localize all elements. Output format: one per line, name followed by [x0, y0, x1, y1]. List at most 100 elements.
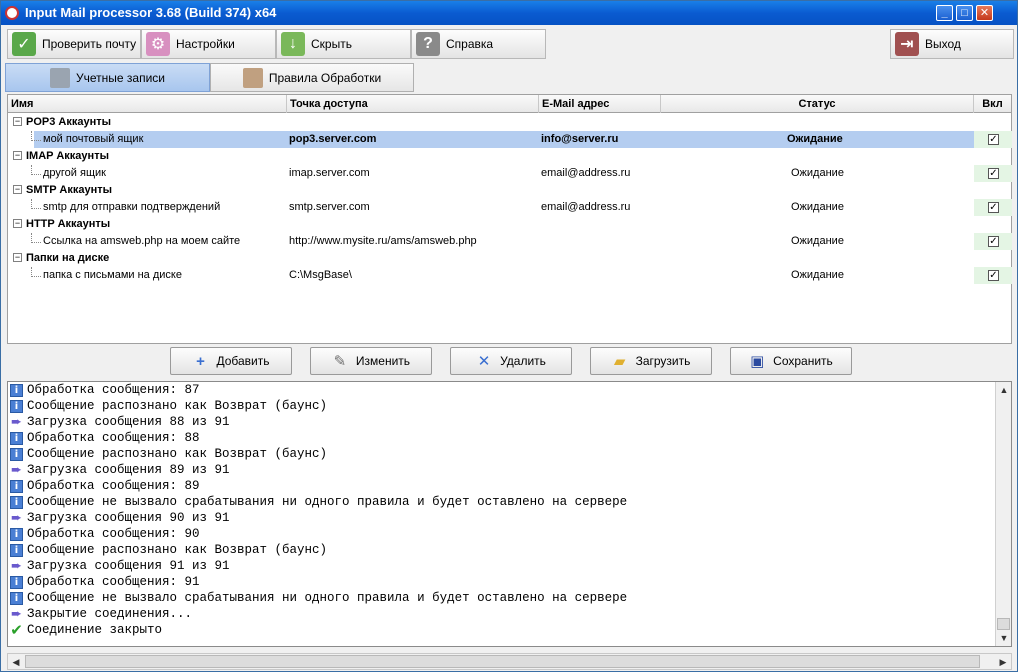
delete-button[interactable]: ✕ Удалить: [450, 347, 572, 375]
account-status: Ожидание: [791, 269, 844, 281]
enabled-checkbox[interactable]: ✓: [988, 202, 999, 213]
checkmark-icon: ✔: [10, 621, 23, 639]
main-window: Input Mail processor 3.68 (Build 374) x6…: [0, 0, 1018, 672]
rules-pencil-icon: [242, 67, 263, 88]
column-header-access-point[interactable]: Точка доступа: [287, 95, 539, 113]
folder-open-icon: ▰: [613, 353, 626, 370]
info-icon: i: [10, 527, 23, 541]
exit-door-icon: ⇥: [895, 32, 919, 56]
load-button[interactable]: ▰ Загрузить: [590, 347, 712, 375]
log-line: i Обработка сообщения: 88: [10, 430, 200, 446]
info-icon: i: [10, 447, 23, 461]
add-button[interactable]: + Добавить: [170, 347, 292, 375]
maximize-button[interactable]: □: [956, 5, 973, 21]
table-row[interactable]: другой ящик imap.server.com email@addres…: [8, 165, 1012, 182]
edit-pencil-icon: ✎: [333, 353, 347, 370]
account-email: email@address.ru: [541, 201, 631, 213]
scroll-right-icon[interactable]: ▶: [995, 654, 1011, 670]
column-header-status[interactable]: Статус: [661, 95, 974, 113]
info-icon: i: [10, 591, 23, 605]
enabled-checkbox[interactable]: ✓: [988, 134, 999, 145]
group-label: IMAP Аккаунты: [26, 150, 109, 162]
help-label: Справка: [446, 37, 494, 51]
scroll-up-icon[interactable]: ▲: [996, 382, 1011, 398]
title-bar[interactable]: Input Mail processor 3.68 (Build 374) x6…: [1, 1, 1017, 25]
log-horizontal-scrollbar[interactable]: ◀ ▶: [7, 653, 1012, 670]
group-row-folders[interactable]: − Папки на диске: [8, 250, 1011, 267]
enabled-checkbox[interactable]: ✓: [988, 236, 999, 247]
add-label: Добавить: [216, 354, 270, 368]
minimize-button[interactable]: _: [936, 5, 953, 21]
log-vertical-scrollbar[interactable]: ▲ ▼: [995, 382, 1011, 646]
load-label: Загрузить: [635, 354, 691, 368]
column-header-enabled[interactable]: Вкл: [974, 95, 1011, 113]
group-row-smtp[interactable]: − SMTP Аккаунты: [8, 182, 1011, 199]
edit-button[interactable]: ✎ Изменить: [310, 347, 432, 375]
scroll-down-icon[interactable]: ▼: [996, 630, 1011, 646]
close-button[interactable]: ✕: [976, 5, 993, 21]
enabled-checkbox[interactable]: ✓: [988, 270, 999, 281]
account-name: мой почтовый ящик: [43, 133, 144, 145]
info-icon: i: [10, 383, 23, 397]
settings-button[interactable]: ⚙ Настройки: [141, 29, 276, 59]
account-status: Ожидание: [791, 235, 844, 247]
app-icon[interactable]: [5, 6, 19, 20]
grid-header: Имя Точка доступа E-Mail адрес Статус Вк…: [8, 95, 1011, 113]
account-access-point: pop3.server.com: [289, 133, 377, 145]
tab-strip: Учетные записи Правила Обработки: [1, 62, 1017, 92]
enabled-checkbox[interactable]: ✓: [988, 168, 999, 179]
window-title: Input Mail processor 3.68 (Build 374) x6…: [25, 5, 277, 20]
log-line: i Сообщение не вызвало срабатывания ни од…: [10, 494, 627, 510]
column-header-email[interactable]: E-Mail адрес: [539, 95, 661, 113]
account-access-point: smtp.server.com: [289, 201, 370, 213]
exit-label: Выход: [925, 37, 961, 51]
log-line: i Обработка сообщения: 90: [10, 526, 200, 542]
arrow-right-icon: ➨: [11, 606, 22, 622]
delete-label: Удалить: [500, 354, 546, 368]
table-row[interactable]: Ссылка на amsweb.php на моем сайте http:…: [8, 233, 1012, 250]
check-mail-button[interactable]: ✓ Проверить почту: [7, 29, 141, 59]
collapse-icon[interactable]: −: [13, 219, 22, 228]
collapse-icon[interactable]: −: [13, 185, 22, 194]
account-name: другой ящик: [43, 167, 106, 179]
table-row[interactable]: папка с письмами на диске C:\MsgBase\ Ож…: [8, 267, 1012, 284]
hide-label: Скрыть: [311, 37, 352, 51]
settings-icon: ⚙: [146, 32, 170, 56]
group-row-imap[interactable]: − IMAP Аккаунты: [8, 148, 1011, 165]
group-row-pop3[interactable]: − POP3 Аккаунты: [8, 114, 1011, 131]
scroll-left-icon[interactable]: ◀: [8, 654, 24, 670]
group-label: POP3 Аккаунты: [26, 116, 112, 128]
save-disk-icon: ▣: [750, 353, 765, 370]
scroll-thumb[interactable]: [25, 655, 980, 668]
check-mail-icon: ✓: [12, 32, 36, 56]
log-line: ➨ Загрузка сообщения 89 из 91: [11, 462, 230, 478]
log-line: ➨ Загрузка сообщения 91 из 91: [11, 558, 230, 574]
column-header-name[interactable]: Имя: [8, 95, 287, 113]
account-name: Ссылка на amsweb.php на моем сайте: [43, 235, 241, 247]
table-row[interactable]: мой почтовый ящик pop3.server.com info@s…: [8, 131, 1012, 148]
hide-button[interactable]: ↓ Скрыть: [276, 29, 411, 59]
tab-accounts[interactable]: Учетные записи: [5, 63, 210, 92]
exit-button[interactable]: ⇥ Выход: [890, 29, 1014, 59]
delete-x-icon: ✕: [477, 353, 491, 370]
collapse-icon[interactable]: −: [13, 151, 22, 160]
log-line: ➨ Загрузка сообщения 90 из 91: [11, 510, 230, 526]
account-access-point: imap.server.com: [289, 167, 370, 179]
collapse-icon[interactable]: −: [13, 253, 22, 262]
table-row[interactable]: smtp для отправки подтверждений smtp.ser…: [8, 199, 1012, 216]
collapse-icon[interactable]: −: [13, 117, 22, 126]
save-button[interactable]: ▣ Сохранить: [730, 347, 852, 375]
accounts-grid[interactable]: Имя Точка доступа E-Mail адрес Статус Вк…: [7, 94, 1012, 344]
account-status: Ожидание: [791, 167, 844, 179]
hide-arrow-icon: ↓: [281, 32, 305, 56]
scroll-thumb[interactable]: [997, 618, 1010, 630]
settings-label: Настройки: [176, 37, 235, 51]
log-panel[interactable]: i Обработка сообщения: 87 i Сообщение расп…: [7, 381, 1012, 647]
help-question-icon: ?: [416, 32, 440, 56]
log-line: i Сообщение распознано как Возврат (баунс…: [10, 446, 327, 462]
log-line: ➨ Закрытие соединения...: [11, 606, 193, 622]
account-email: email@address.ru: [541, 167, 631, 179]
help-button[interactable]: ? Справка: [411, 29, 546, 59]
group-row-http[interactable]: − HTTP Аккаунты: [8, 216, 1011, 233]
tab-rules[interactable]: Правила Обработки: [210, 63, 414, 92]
